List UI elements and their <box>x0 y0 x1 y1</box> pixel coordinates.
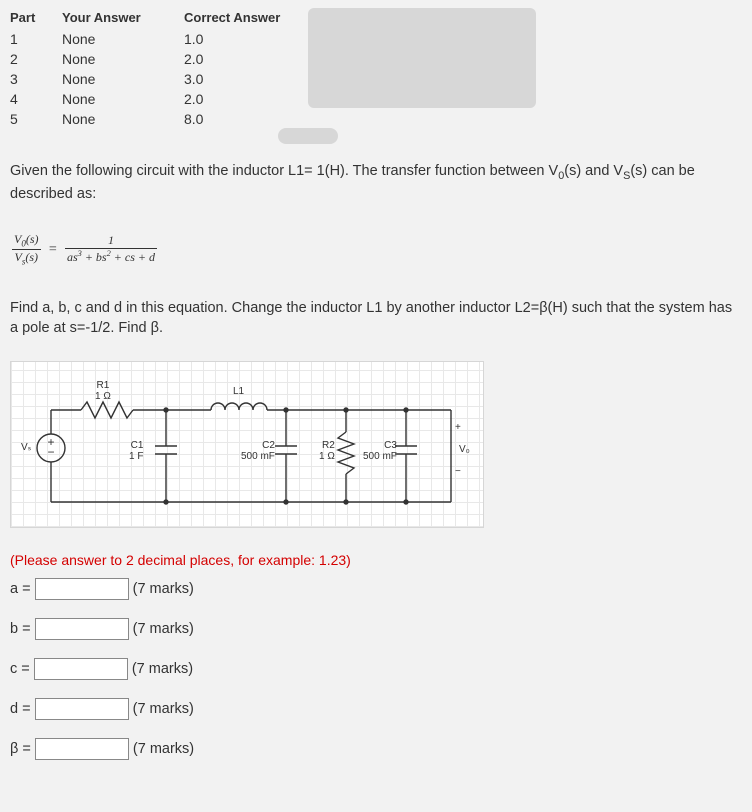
table-row: 2 None 2.0 <box>10 49 306 69</box>
hdr-your: Your Answer <box>62 8 184 29</box>
obscured-region <box>278 128 338 144</box>
field-d-row: d = (7 marks) <box>10 698 742 720</box>
label-b: b = <box>10 621 31 637</box>
label-a: a = <box>10 581 31 597</box>
vo-minus: − <box>455 466 461 477</box>
input-beta[interactable] <box>35 738 129 760</box>
field-c-row: c = (7 marks) <box>10 658 742 680</box>
marks-b: (7 marks) <box>133 621 194 637</box>
obscured-region <box>308 8 536 108</box>
c2-label: C2500 mF <box>241 440 275 462</box>
table-row: 3 None 3.0 <box>10 69 306 89</box>
input-c[interactable] <box>34 658 128 680</box>
r1-label: R11 Ω <box>95 380 111 402</box>
question-intro: Given the following circuit with the ind… <box>10 161 742 204</box>
vo-label: V₀ <box>459 444 470 455</box>
field-a-row: a = (7 marks) <box>10 578 742 600</box>
marks-a: (7 marks) <box>133 581 194 597</box>
label-d: d = <box>10 701 31 717</box>
transfer-function-equation: V0(s) Vs(s) = 1 as3 + bs2 + cs + d <box>12 232 157 266</box>
answers-table: Part Your Answer Correct Answer 1 None 1… <box>10 8 306 129</box>
input-a[interactable] <box>35 578 129 600</box>
hdr-part: Part <box>10 8 62 29</box>
marks-c: (7 marks) <box>132 661 193 677</box>
input-d[interactable] <box>35 698 129 720</box>
question-task: Find a, b, c and d in this equation. Cha… <box>10 298 742 339</box>
c3-label: C3500 mF <box>363 440 397 462</box>
field-b-row: b = (7 marks) <box>10 618 742 640</box>
field-beta-row: β = (7 marks) <box>10 738 742 760</box>
svg-text:−: − <box>47 445 54 459</box>
table-row: 4 None 2.0 <box>10 89 306 109</box>
table-row: 1 None 1.0 <box>10 29 306 49</box>
l1-label: L1 <box>233 386 244 397</box>
table-row: 5 None 8.0 <box>10 109 306 129</box>
r2-label: R21 Ω <box>319 440 335 462</box>
hdr-correct: Correct Answer <box>184 8 306 29</box>
marks-beta: (7 marks) <box>133 741 194 757</box>
precision-note: (Please answer to 2 decimal places, for … <box>10 552 742 568</box>
vo-plus: + <box>455 422 461 433</box>
label-c: c = <box>10 661 30 677</box>
input-b[interactable] <box>35 618 129 640</box>
c1-label: C11 F <box>129 440 143 462</box>
label-beta: β = <box>10 741 31 757</box>
vs-label: Vₛ <box>21 442 31 453</box>
circuit-diagram: + − R11 Ω L1 C11 F C2500 mF R21 Ω C3500 … <box>10 361 484 528</box>
marks-d: (7 marks) <box>133 701 194 717</box>
